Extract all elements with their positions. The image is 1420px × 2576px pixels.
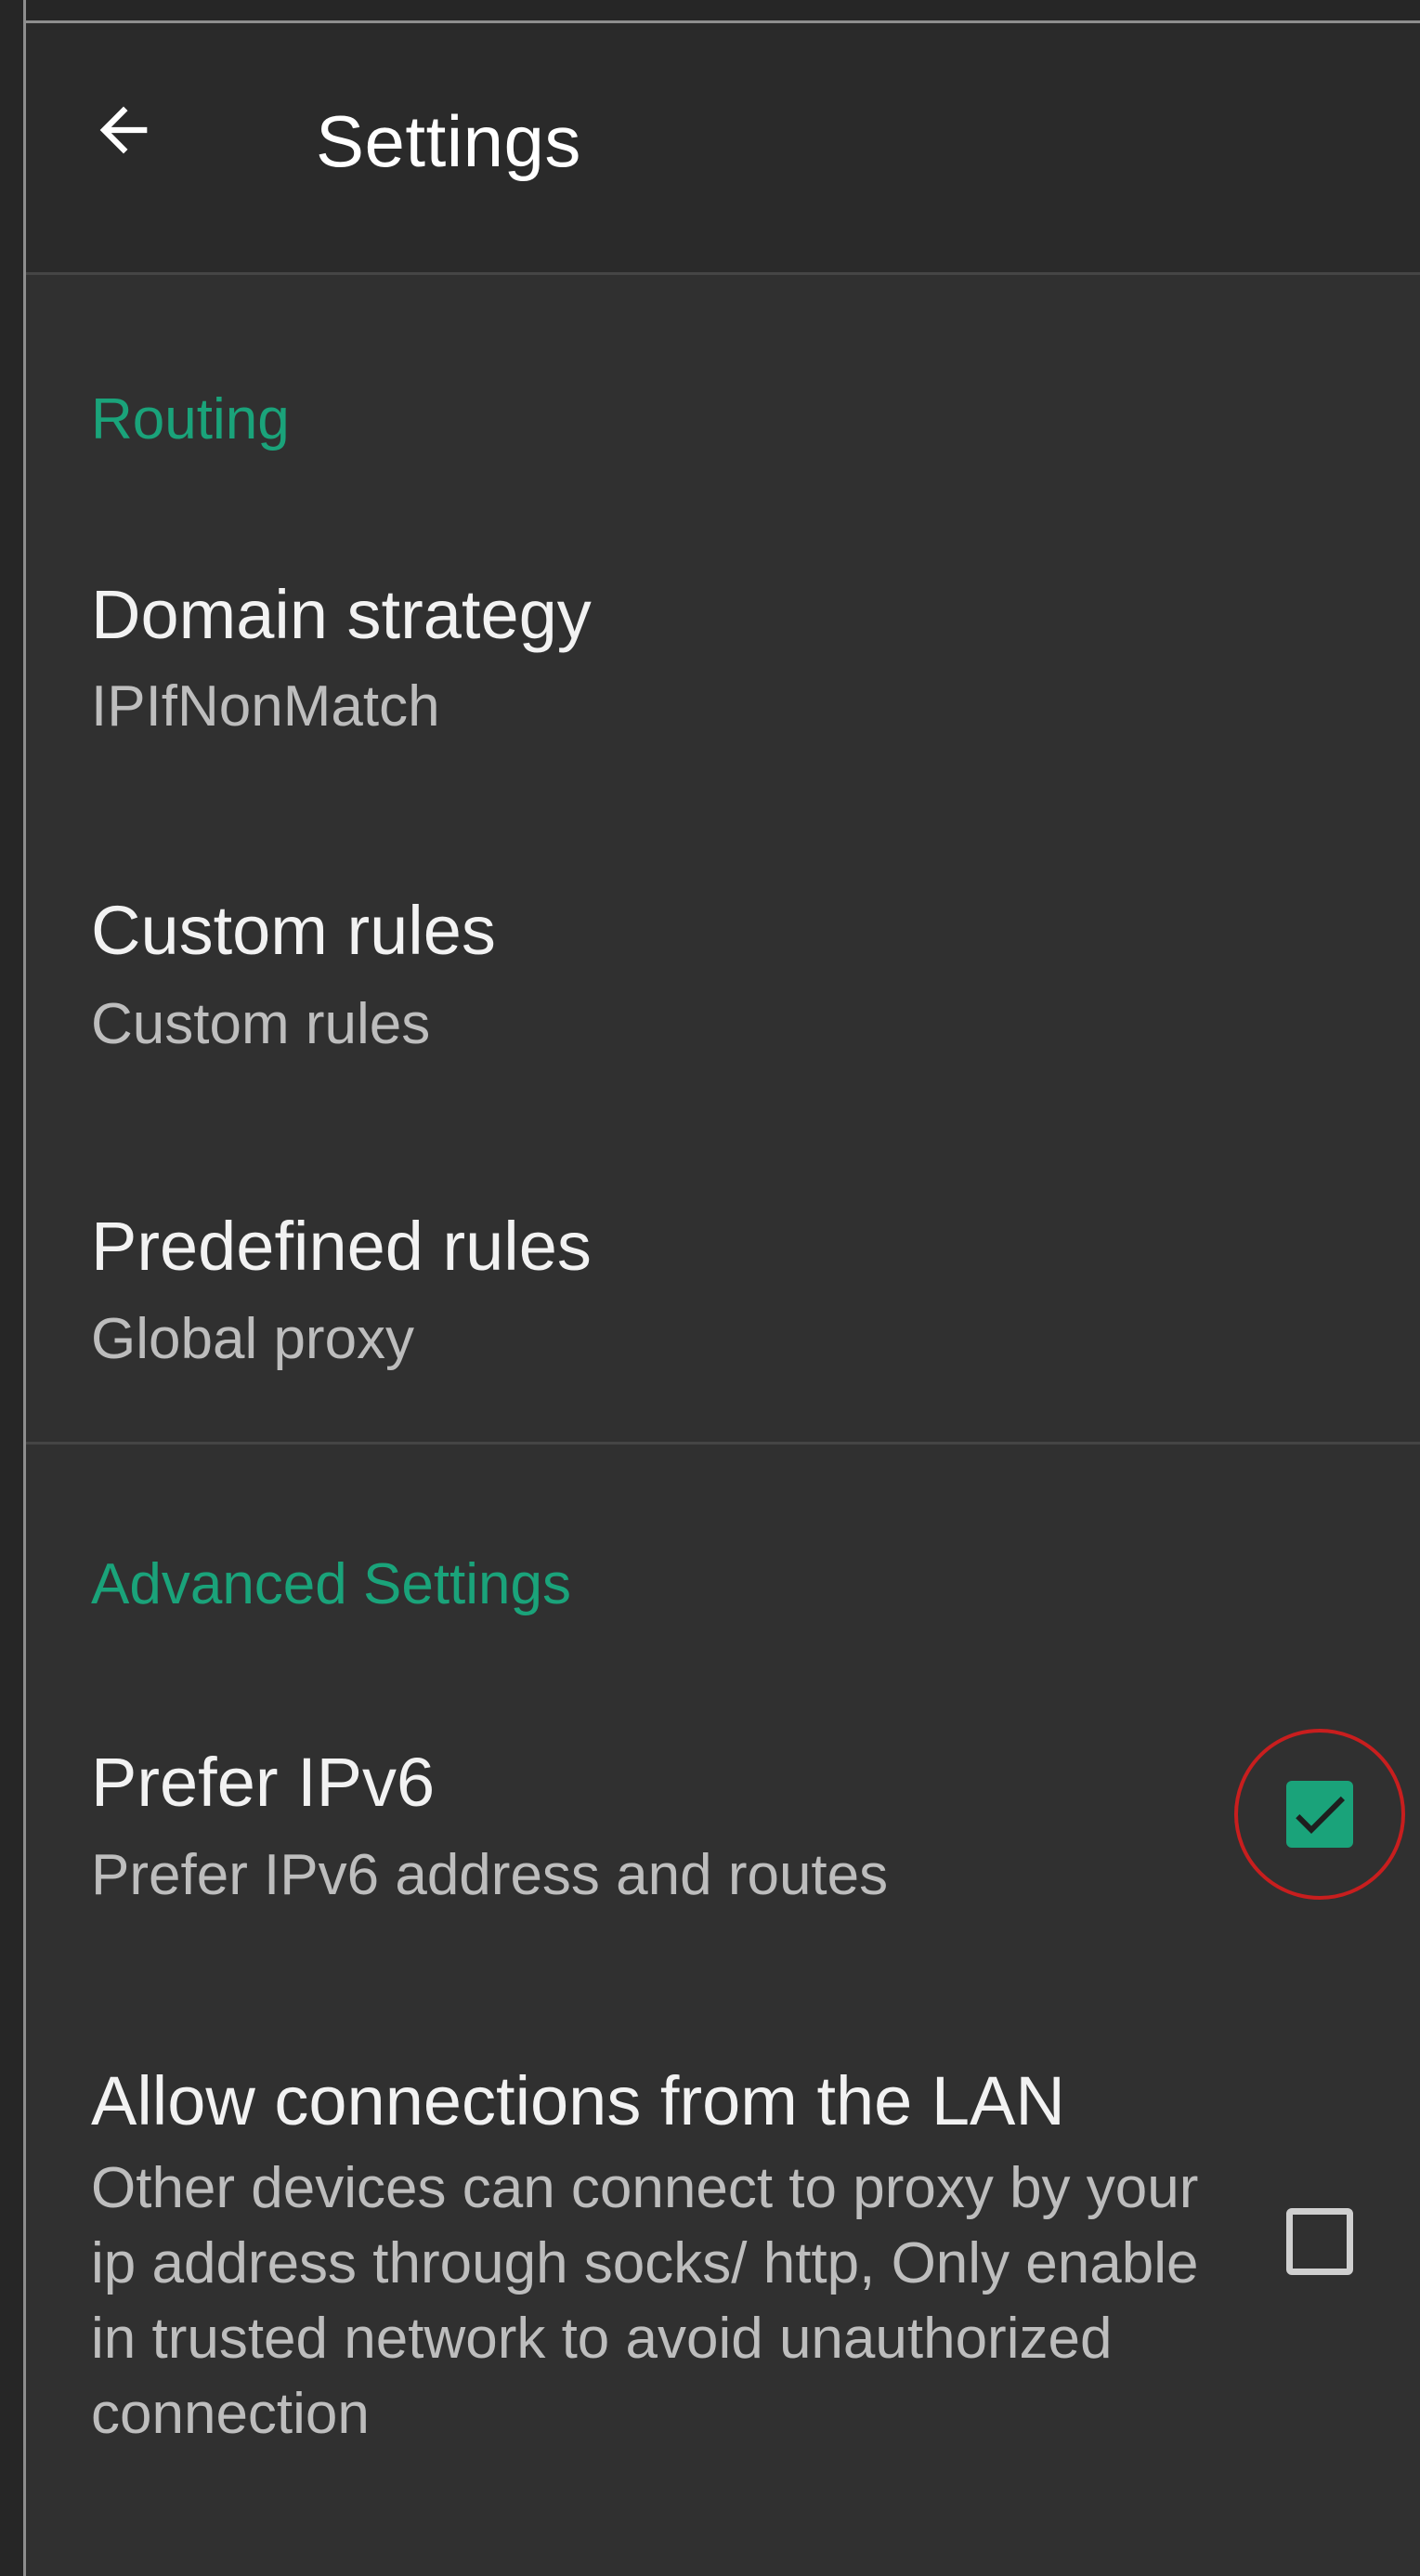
settings-screen: Settings Routing Domain strategy IPIfNon… [26, 23, 1420, 2576]
frame-left-edge [0, 0, 26, 2576]
pref-custom-rules-title: Custom rules [91, 892, 496, 969]
pref-allow-lan-summary: Other devices can connect to proxy by yo… [91, 2156, 1199, 2446]
section-divider [26, 1442, 1420, 1445]
category-advanced-settings: Advanced Settings [91, 1552, 572, 1616]
pref-prefer-ipv6-title: Prefer IPv6 [91, 1744, 436, 1821]
pref-prefer-ipv6-summary: Prefer IPv6 address and routes [91, 1843, 889, 1907]
app-bar: Settings [26, 23, 1420, 275]
allow-lan-checkbox[interactable] [1286, 2208, 1353, 2275]
pref-custom-rules-summary: Custom rules [91, 992, 431, 1056]
page-title: Settings [316, 100, 581, 182]
pref-predefined-rules-title: Predefined rules [91, 1208, 592, 1285]
pref-predefined-rules-summary: Global proxy [91, 1307, 415, 1371]
category-routing: Routing [91, 387, 290, 451]
pref-domain-strategy-title: Domain strategy [91, 576, 592, 653]
checkmark-icon [1296, 1796, 1345, 1834]
screenshot-frame: Settings Routing Domain strategy IPIfNon… [0, 0, 1420, 2576]
arrow-left-icon [99, 106, 148, 154]
prefer-ipv6-checkbox[interactable] [1286, 1781, 1353, 1848]
frame-top-edge [0, 0, 1420, 23]
pref-domain-strategy-summary: IPIfNonMatch [91, 674, 440, 739]
back-button[interactable] [82, 88, 165, 172]
pref-allow-lan-title: Allow connections from the LAN [91, 2062, 1065, 2139]
